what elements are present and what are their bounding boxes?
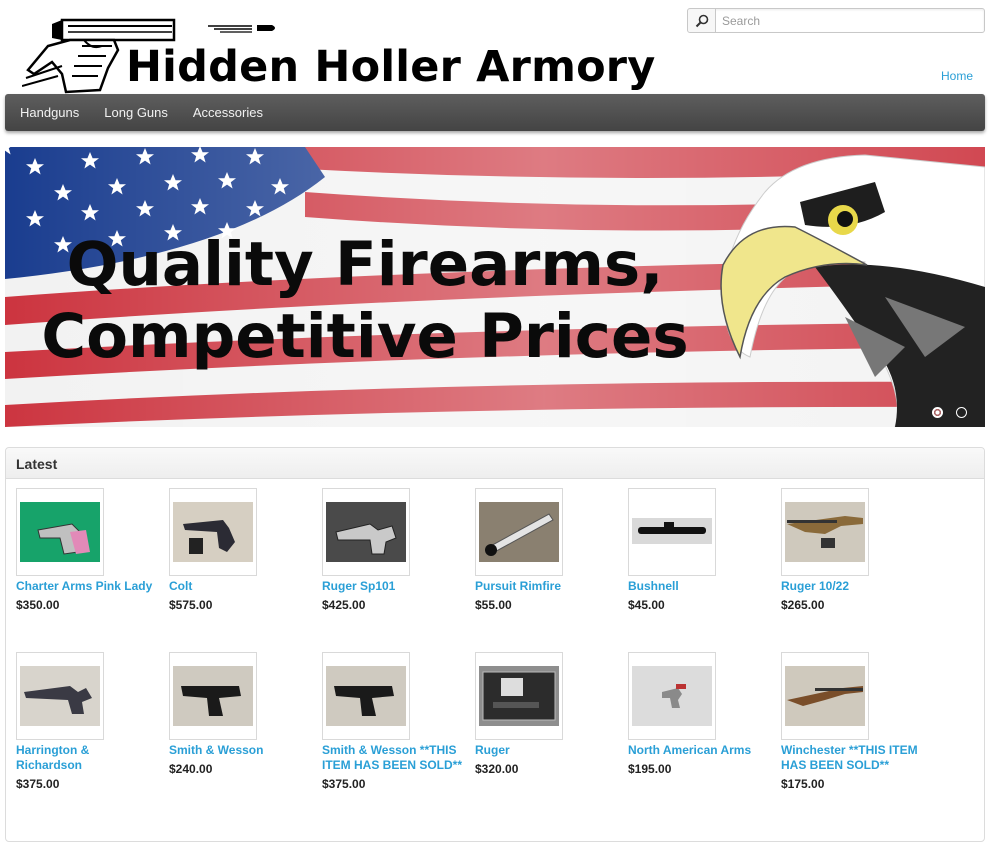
- product-price: $175.00: [781, 777, 825, 791]
- revolver-pink-image-icon: [20, 502, 100, 562]
- product-card: Pursuit Rimfire $55.00: [475, 488, 615, 613]
- nav-item-handguns[interactable]: Handguns: [20, 105, 79, 120]
- main-nav: Handguns Long Guns Accessories: [5, 94, 985, 131]
- product-name-link[interactable]: Ruger Sp101: [322, 579, 462, 594]
- banner-line-2: Competitive Prices: [41, 301, 689, 372]
- product-price: $55.00: [475, 598, 512, 612]
- slide-indicator: [932, 407, 967, 418]
- slide-dot-1[interactable]: [932, 407, 943, 418]
- mini-revolver-image-icon: [632, 666, 712, 726]
- product-thumbnail[interactable]: [169, 488, 257, 576]
- product-card: Colt $575.00: [169, 488, 309, 613]
- product-name-link[interactable]: Winchester **THIS ITEM HAS BEEN SOLD**: [781, 743, 921, 773]
- product-thumbnail[interactable]: [781, 488, 869, 576]
- product-thumbnail[interactable]: [781, 652, 869, 740]
- search-icon: [695, 14, 708, 27]
- product-name-link[interactable]: Smith & Wesson **THIS ITEM HAS BEEN SOLD…: [322, 743, 462, 773]
- product-card: Ruger $320.00: [475, 652, 615, 777]
- product-name-link[interactable]: Pursuit Rimfire: [475, 579, 615, 594]
- product-price: $320.00: [475, 762, 519, 776]
- product-price: $265.00: [781, 598, 825, 612]
- product-card: Smith & Wesson **THIS ITEM HAS BEEN SOLD…: [322, 652, 462, 792]
- product-thumbnail[interactable]: [16, 488, 104, 576]
- product-name-link[interactable]: Colt: [169, 579, 309, 594]
- product-thumbnail[interactable]: [628, 652, 716, 740]
- latest-heading: Latest: [6, 448, 984, 479]
- shotgun-image-icon: [785, 666, 865, 726]
- revolver-steel-image-icon: [326, 502, 406, 562]
- banner-line-1: Quality Firearms,: [66, 229, 664, 300]
- nav-item-accessories[interactable]: Accessories: [193, 105, 263, 120]
- slide-dot-2[interactable]: [956, 407, 967, 418]
- home-link[interactable]: Home: [941, 69, 973, 83]
- product-card: Winchester **THIS ITEM HAS BEEN SOLD** $1…: [781, 652, 921, 792]
- product-card: Smith & Wesson $240.00: [169, 652, 309, 777]
- revolver-colt-image-icon: [173, 502, 253, 562]
- product-name-link[interactable]: Bushnell: [628, 579, 768, 594]
- product-thumbnail[interactable]: [16, 652, 104, 740]
- product-price: $575.00: [169, 598, 213, 612]
- search-box: [687, 8, 985, 33]
- search-input[interactable]: [716, 9, 984, 32]
- product-thumbnail[interactable]: [322, 652, 410, 740]
- product-name-link[interactable]: North American Arms: [628, 743, 768, 758]
- product-card: Bushnell $45.00: [628, 488, 768, 613]
- product-price: $45.00: [628, 598, 665, 612]
- product-price: $375.00: [322, 777, 366, 791]
- latest-panel: Latest Charter Arms Pink Lady $350.00 Colt…: [5, 447, 985, 842]
- product-thumbnail[interactable]: [322, 488, 410, 576]
- product-price: $195.00: [628, 762, 672, 776]
- site-logo[interactable]: Hidden Holler Armory: [22, 16, 655, 96]
- product-card: Charter Arms Pink Lady $350.00: [16, 488, 156, 613]
- product-card: Ruger Sp101 $425.00: [322, 488, 462, 613]
- product-name-link[interactable]: Ruger: [475, 743, 615, 758]
- scope-black-image-icon: [632, 502, 712, 562]
- product-card: Ruger 10/22 $265.00: [781, 488, 921, 613]
- site-title: Hidden Holler Armory: [126, 42, 656, 92]
- pistol-image-icon: [326, 666, 406, 726]
- product-card: North American Arms $195.00: [628, 652, 768, 777]
- product-thumbnail[interactable]: [169, 652, 257, 740]
- product-name-link[interactable]: Smith & Wesson: [169, 743, 309, 758]
- product-name-link[interactable]: Charter Arms Pink Lady: [16, 579, 156, 594]
- nav-item-long-guns[interactable]: Long Guns: [104, 105, 168, 120]
- product-thumbnail[interactable]: [475, 652, 563, 740]
- rifle-image-icon: [785, 502, 865, 562]
- banner-headline: Quality Firearms, Competitive Prices: [5, 229, 725, 373]
- product-price: $240.00: [169, 762, 213, 776]
- product-price: $350.00: [16, 598, 60, 612]
- product-thumbnail[interactable]: [475, 488, 563, 576]
- revolver-long-image-icon: [20, 666, 100, 726]
- hero-banner[interactable]: Quality Firearms, Competitive Prices: [5, 147, 985, 427]
- product-name-link[interactable]: Harrington & Richardson: [16, 743, 156, 773]
- product-thumbnail[interactable]: [628, 488, 716, 576]
- scope-image-icon: [479, 502, 559, 562]
- pistol-image-icon: [173, 666, 253, 726]
- product-price: $425.00: [322, 598, 366, 612]
- search-button[interactable]: [688, 9, 716, 32]
- product-price: $375.00: [16, 777, 60, 791]
- product-name-link[interactable]: Ruger 10/22: [781, 579, 921, 594]
- pistol-case-image-icon: [479, 666, 559, 726]
- product-card: Harrington & Richardson $375.00: [16, 652, 156, 792]
